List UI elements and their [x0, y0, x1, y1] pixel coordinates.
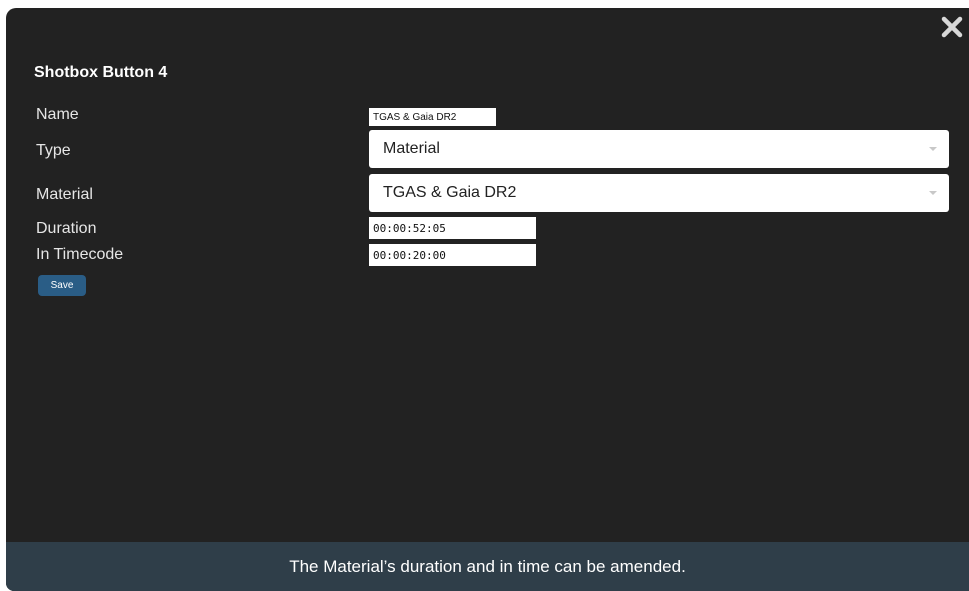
- material-select-value: TGAS & Gaia DR2: [383, 184, 517, 201]
- duration-input[interactable]: [369, 217, 536, 239]
- duration-label: Duration: [36, 220, 97, 237]
- save-button[interactable]: Save: [38, 275, 86, 296]
- dialog-title: Shotbox Button 4: [34, 64, 168, 81]
- type-select[interactable]: Material: [369, 130, 949, 168]
- dialog-frame: Shotbox Button 4 Name Type Material Mate…: [6, 8, 969, 591]
- close-icon[interactable]: [939, 14, 965, 40]
- chevron-down-icon: [929, 147, 937, 151]
- caption-text: The Material’s duration and in time can …: [289, 557, 686, 576]
- type-label: Type: [36, 142, 71, 159]
- in-timecode-input[interactable]: [369, 244, 536, 266]
- material-select[interactable]: TGAS & Gaia DR2: [369, 174, 949, 212]
- in-timecode-label: In Timecode: [36, 246, 124, 263]
- caption-bar: The Material’s duration and in time can …: [6, 542, 969, 591]
- name-label: Name: [36, 106, 79, 123]
- type-select-value: Material: [383, 140, 440, 157]
- material-label: Material: [36, 186, 93, 203]
- chevron-down-icon: [929, 191, 937, 195]
- name-input[interactable]: [369, 108, 496, 126]
